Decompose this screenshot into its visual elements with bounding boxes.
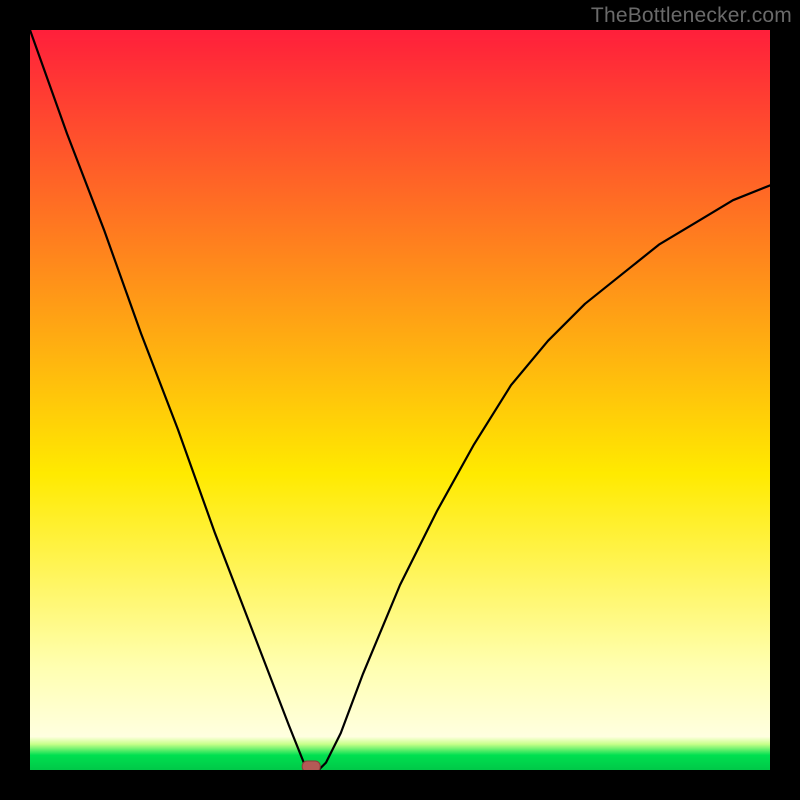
chart-svg [30, 30, 770, 770]
chart-container: TheBottlenecker.com [0, 0, 800, 800]
optimal-marker [302, 761, 320, 770]
plot-area [30, 30, 770, 770]
watermark-text: TheBottlenecker.com [591, 4, 792, 28]
gradient-background [30, 30, 770, 770]
